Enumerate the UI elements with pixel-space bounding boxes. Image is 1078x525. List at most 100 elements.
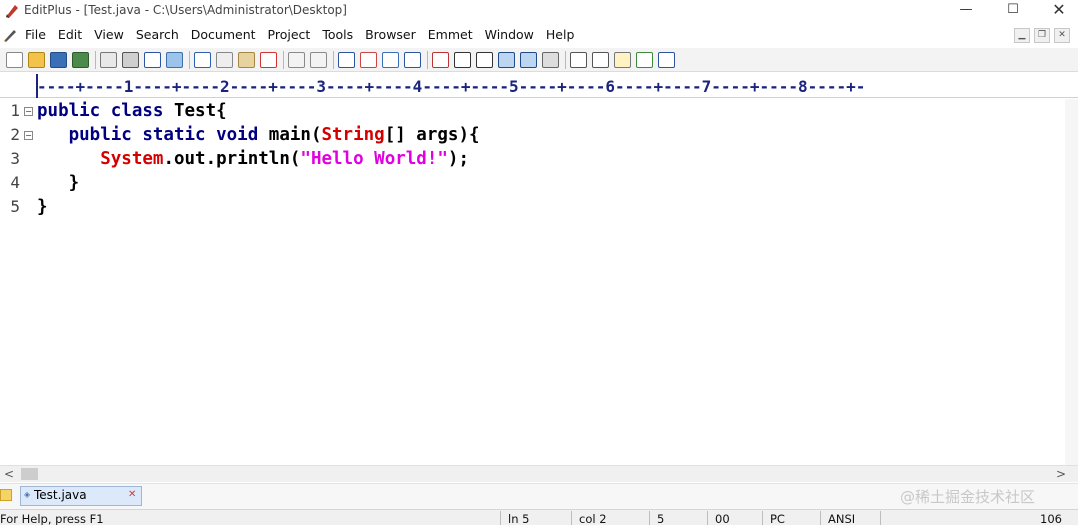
- column-ruler: ----+----1----+----2----+----3----+----4…: [0, 74, 1078, 98]
- copy-icon[interactable]: [216, 52, 233, 68]
- code-line-5[interactable]: }: [37, 197, 48, 217]
- status-line: ln 5: [508, 512, 530, 525]
- save-all-icon[interactable]: [72, 52, 89, 68]
- status-divider: [762, 511, 763, 525]
- print-icon[interactable]: [122, 52, 139, 68]
- code-class: System: [100, 149, 164, 169]
- settings-icon[interactable]: [542, 52, 559, 68]
- delete-icon[interactable]: [260, 52, 277, 68]
- indent-icon[interactable]: [404, 52, 421, 68]
- minimize-button[interactable]: —: [943, 0, 989, 22]
- toolbar-separator: [333, 51, 334, 69]
- scroll-left-arrow-icon[interactable]: <: [4, 467, 14, 481]
- menu-help[interactable]: Help: [546, 27, 581, 42]
- folder-icon[interactable]: [0, 489, 12, 501]
- code-editor[interactable]: 1−2−3 4 5 public class Test{ public static…: [0, 99, 1065, 465]
- undo-icon[interactable]: [288, 52, 305, 68]
- code-line-4[interactable]: }: [37, 173, 80, 193]
- pencil-icon: [4, 30, 16, 42]
- ruler-text: ----+----1----+----2----+----3----+----4…: [37, 77, 866, 96]
- document-window-controls: ▁ ❐ ✕: [1014, 28, 1070, 43]
- find-icon[interactable]: [338, 52, 355, 68]
- html-preview-icon[interactable]: [166, 52, 183, 68]
- code-line-1[interactable]: public class Test{: [37, 101, 227, 121]
- status-divider: [571, 511, 572, 525]
- replace-icon[interactable]: [360, 52, 377, 68]
- menu-document[interactable]: Document: [191, 27, 262, 42]
- vertical-scrollbar[interactable]: [1065, 99, 1078, 465]
- line-number: 1: [10, 101, 20, 120]
- status-bar: For Help, press F1 ln 5 col 2 5 00 PC AN…: [0, 509, 1078, 525]
- line-number: 3: [10, 149, 20, 168]
- save-icon[interactable]: [50, 52, 67, 68]
- output-window-icon[interactable]: [636, 52, 653, 68]
- toolbar-separator: [283, 51, 284, 69]
- menu-window[interactable]: Window: [485, 27, 540, 42]
- toolbar-separator: [95, 51, 96, 69]
- paste-icon[interactable]: [238, 52, 255, 68]
- document-restore-button[interactable]: ❐: [1034, 28, 1050, 43]
- status-encoding: ANSI: [828, 512, 856, 525]
- line-number: 5: [10, 197, 20, 216]
- toolbar-separator: [565, 51, 566, 69]
- menu-browser[interactable]: Browser: [365, 27, 422, 42]
- close-tab-icon[interactable]: ✕: [128, 489, 136, 500]
- word-wrap-icon[interactable]: [476, 52, 493, 68]
- toolbar-separator: [189, 51, 190, 69]
- clip-text-icon[interactable]: [614, 52, 631, 68]
- code-keyword: public class: [37, 101, 174, 121]
- code-line-3[interactable]: System.out.println("Hello World!");: [37, 149, 469, 169]
- fold-toggle-icon[interactable]: −: [24, 131, 33, 140]
- menu-edit[interactable]: Edit: [58, 27, 88, 42]
- status-divider: [500, 511, 501, 525]
- scroll-thumb[interactable]: [21, 468, 38, 480]
- code-keyword: public static void: [68, 125, 269, 145]
- menu-emmet[interactable]: Emmet: [428, 27, 479, 42]
- column-select-icon[interactable]: [520, 52, 537, 68]
- menu-view[interactable]: View: [94, 27, 130, 42]
- spell-check-icon[interactable]: [144, 52, 161, 68]
- hex-icon[interactable]: [454, 52, 471, 68]
- menu-file[interactable]: File: [25, 27, 52, 42]
- document-close-button[interactable]: ✕: [1054, 28, 1070, 43]
- document-minimize-button[interactable]: ▁: [1014, 28, 1030, 43]
- help-icon[interactable]: [658, 52, 675, 68]
- maximize-button[interactable]: ☐: [990, 0, 1036, 22]
- status-hex-value: 00: [715, 512, 730, 525]
- new-file-icon[interactable]: [6, 52, 23, 68]
- toolbar-separator: [427, 51, 428, 69]
- line-number-gutter: 1−2−3 4 5: [0, 99, 36, 465]
- status-divider: [649, 511, 650, 525]
- status-divider: [880, 511, 881, 525]
- line-wrap-icon[interactable]: [498, 52, 515, 68]
- open-folder-icon[interactable]: [28, 52, 45, 68]
- watermark: @稀土掘金技术社区: [900, 488, 1036, 506]
- line-number: 4: [10, 173, 20, 192]
- horizontal-scrollbar[interactable]: < >: [0, 465, 1078, 482]
- browser-icon[interactable]: [570, 52, 587, 68]
- menu-items: File Edit View Search Document Project Tools Br…: [25, 27, 586, 42]
- redo-icon[interactable]: [310, 52, 327, 68]
- code-line-2[interactable]: public static void main(String[] args){: [37, 125, 480, 145]
- toolbar: [0, 48, 1078, 72]
- document-icon[interactable]: [592, 52, 609, 68]
- code-text: .out.println(: [163, 149, 301, 169]
- status-help-text: For Help, press F1: [0, 512, 104, 525]
- close-button[interactable]: ✕: [1036, 0, 1078, 22]
- cut-icon[interactable]: [194, 52, 211, 68]
- print-preview-icon[interactable]: [100, 52, 117, 68]
- status-line-count: 5: [657, 512, 665, 525]
- java-file-icon: ◈: [24, 490, 31, 499]
- editplus-app-icon: [6, 5, 18, 18]
- scroll-right-arrow-icon[interactable]: >: [1056, 467, 1066, 481]
- file-tab-label: Test.java: [34, 488, 87, 502]
- window-title: EditPlus - [Test.java - C:\Users\Adminis…: [24, 3, 347, 17]
- fold-toggle-icon[interactable]: −: [24, 107, 33, 116]
- menu-project[interactable]: Project: [268, 27, 317, 42]
- font-icon[interactable]: [432, 52, 449, 68]
- find-in-files-icon[interactable]: [382, 52, 399, 68]
- menu-tools[interactable]: Tools: [322, 27, 359, 42]
- code-text: Test{: [173, 101, 227, 121]
- menu-search[interactable]: Search: [136, 27, 185, 42]
